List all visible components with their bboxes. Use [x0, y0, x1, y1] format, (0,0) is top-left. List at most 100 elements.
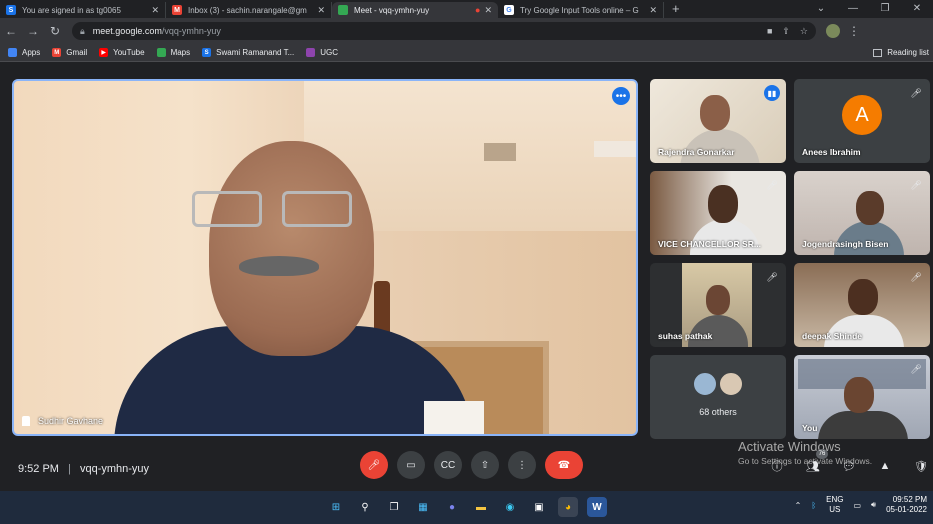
- mic-off-icon: 🎤︎: [910, 363, 922, 374]
- close-tab-icon[interactable]: ✕: [484, 5, 492, 16]
- reading-list-icon: [873, 48, 883, 57]
- chrome-icon[interactable]: ◕: [558, 497, 578, 517]
- bookmark-gmail[interactable]: M Gmail: [52, 48, 87, 57]
- browser-tab-active[interactable]: Meet - vqq-ymhn-yuy ● ✕: [332, 2, 498, 18]
- tab-title: Try Google Input Tools online – G: [520, 5, 639, 15]
- bookmark-label: Maps: [170, 48, 191, 57]
- close-tab-icon[interactable]: ✕: [649, 5, 657, 16]
- participant-face: [848, 279, 878, 315]
- new-tab-button[interactable]: +: [664, 2, 688, 18]
- url-path: /vqq-ymhn-yuy: [161, 26, 221, 36]
- edge-icon[interactable]: ◉: [500, 497, 520, 517]
- participant-thumb: [718, 371, 744, 397]
- hidden-icons-chevron-icon[interactable]: ⌃: [795, 501, 802, 510]
- main-speaker-tile[interactable]: Sudhir Gavhane •••: [12, 79, 638, 436]
- word-icon[interactable]: W: [587, 497, 607, 517]
- file-explorer-icon[interactable]: ▬: [471, 497, 491, 517]
- bookmark-star-icon[interactable]: ☆: [800, 26, 808, 37]
- participant-face: [708, 185, 738, 223]
- browser-tab[interactable]: G Try Google Input Tools online – G ✕: [498, 2, 664, 18]
- back-button[interactable]: ←: [0, 20, 22, 42]
- pin-icon: [22, 416, 30, 426]
- people-icon[interactable]: 👥︎: [806, 459, 820, 473]
- google-icon: G: [504, 5, 514, 15]
- speaking-indicator-icon: ▮▮: [764, 85, 780, 101]
- mic-off-icon: 🎤︎: [766, 271, 778, 282]
- mic-toggle-button[interactable]: 🎤︎: [360, 451, 388, 479]
- meet-area: Sudhir Gavhane ••• ▮▮ Rajendra Gonarkar …: [0, 63, 933, 491]
- browser-tab[interactable]: M Inbox (3) - sachin.narangale@gm ✕: [166, 2, 332, 18]
- info-icon[interactable]: ⓘ: [770, 459, 784, 473]
- tab-title: You are signed in as tg0065: [22, 5, 121, 15]
- more-options-button[interactable]: ⋮: [508, 451, 536, 479]
- site-s-icon: S: [202, 48, 212, 57]
- bluetooth-icon[interactable]: ᛒ: [811, 501, 816, 510]
- speaker-head: [209, 141, 374, 356]
- participant-tile[interactable]: ▮▮ Rajendra Gonarkar: [650, 79, 786, 163]
- volume-icon[interactable]: 🔊︎: [871, 500, 876, 510]
- host-controls-icon[interactable]: 🛡︎: [914, 459, 928, 473]
- taskbar-clock[interactable]: 09:52 PM 05-01-2022: [886, 495, 927, 515]
- close-window-button[interactable]: ✕: [901, 0, 933, 16]
- browser-menu-icon[interactable]: ⋮: [848, 24, 860, 38]
- share-icon[interactable]: ⇪: [782, 26, 790, 37]
- camera-in-use-icon[interactable]: ■: [767, 26, 772, 37]
- participant-body: [690, 219, 760, 255]
- participant-face: [706, 285, 730, 315]
- network-icon[interactable]: ▭: [853, 501, 861, 510]
- widgets-icon[interactable]: ▦: [413, 497, 433, 517]
- profile-avatar[interactable]: [826, 24, 840, 38]
- present-screen-button[interactable]: ⇧: [471, 451, 499, 479]
- participant-tile[interactable]: A 🎤︎ Anees Ibrahim: [794, 79, 930, 163]
- bookmark-maps[interactable]: Maps: [156, 48, 191, 57]
- tab-search-icon[interactable]: ⌄: [805, 0, 837, 16]
- teams-chat-icon[interactable]: ●: [442, 497, 462, 517]
- store-icon[interactable]: ▣: [529, 497, 549, 517]
- meeting-controls-bar: 9:52 PM | vqq-ymhn-yuy 🎤︎ ▭ CC ⇧ ⋮ ☎ Act…: [0, 439, 933, 491]
- language-indicator[interactable]: ENG US: [826, 495, 843, 515]
- address-bar[interactable]: 🔒︎ meet.google.com /vqq-ymhn-yuy ■ ⇪ ☆: [72, 22, 816, 40]
- browser-tab[interactable]: S You are signed in as tg0065 ✕: [0, 2, 166, 18]
- others-count-label: 68 others: [699, 407, 737, 417]
- windows-start-icon[interactable]: ⊞: [326, 497, 346, 517]
- bookmark-label: YouTube: [113, 48, 145, 57]
- reading-list[interactable]: Reading list: [873, 48, 929, 57]
- bookmark-apps[interactable]: Apps: [8, 48, 40, 57]
- forward-button[interactable]: →: [22, 20, 44, 42]
- meet-icon: [338, 5, 348, 15]
- task-view-icon[interactable]: ❐: [384, 497, 404, 517]
- tile-more-options-button[interactable]: •••: [612, 87, 630, 105]
- minimize-button[interactable]: —: [837, 0, 869, 16]
- participant-tile[interactable]: 🎤︎ Jogendrasingh Bisen: [794, 171, 930, 255]
- self-view-tile[interactable]: 🎤︎ You: [794, 355, 930, 439]
- browser-toolbar: ← → ↻ 🔒︎ meet.google.com /vqq-ymhn-yuy ■…: [0, 18, 933, 44]
- ugc-icon: [306, 48, 316, 57]
- chat-icon[interactable]: 💬︎: [842, 459, 856, 473]
- restore-button[interactable]: ❐: [869, 0, 901, 16]
- captions-button[interactable]: CC: [434, 451, 462, 479]
- omnibox-tools: ■ ⇪ ☆: [767, 26, 808, 37]
- search-icon[interactable]: ⚲: [355, 497, 375, 517]
- leave-call-button[interactable]: ☎: [545, 451, 583, 479]
- participant-tile[interactable]: 🎤︎ deepak Shinde: [794, 263, 930, 347]
- background-light: [594, 141, 636, 157]
- speaker-mustache: [239, 256, 319, 276]
- meeting-code: vqq-ymhn-yuy: [79, 463, 150, 475]
- mic-off-icon: 🎤︎: [910, 271, 922, 282]
- lock-icon[interactable]: 🔒︎: [80, 26, 85, 37]
- participant-tile[interactable]: 🎤︎ VICE CHANCELLOR SR...: [650, 171, 786, 255]
- participant-tile[interactable]: 🎤︎ suhas pathak: [650, 263, 786, 347]
- bookmark-ugc[interactable]: UGC: [306, 48, 338, 57]
- reload-button[interactable]: ↻: [44, 20, 66, 42]
- close-tab-icon[interactable]: ✕: [317, 5, 325, 16]
- bookmark-youtube[interactable]: ▶ YouTube: [99, 48, 145, 57]
- bookmarks-bar: Apps M Gmail ▶ YouTube Maps S Swami Rama…: [0, 44, 933, 62]
- activities-icon[interactable]: ▲: [878, 459, 892, 473]
- mic-off-icon: 🎤︎: [910, 87, 922, 98]
- speaker-name-label: Sudhir Gavhane: [38, 416, 104, 426]
- bookmark-swami[interactable]: S Swami Ramanand T...: [202, 48, 294, 57]
- system-tray: ⌃ ᛒ ENG US ▭ 🔊︎ 09:52 PM 05-01-2022: [795, 495, 927, 515]
- camera-toggle-button[interactable]: ▭: [397, 451, 425, 479]
- close-tab-icon[interactable]: ✕: [151, 5, 159, 16]
- others-tile[interactable]: 68 others: [650, 355, 786, 439]
